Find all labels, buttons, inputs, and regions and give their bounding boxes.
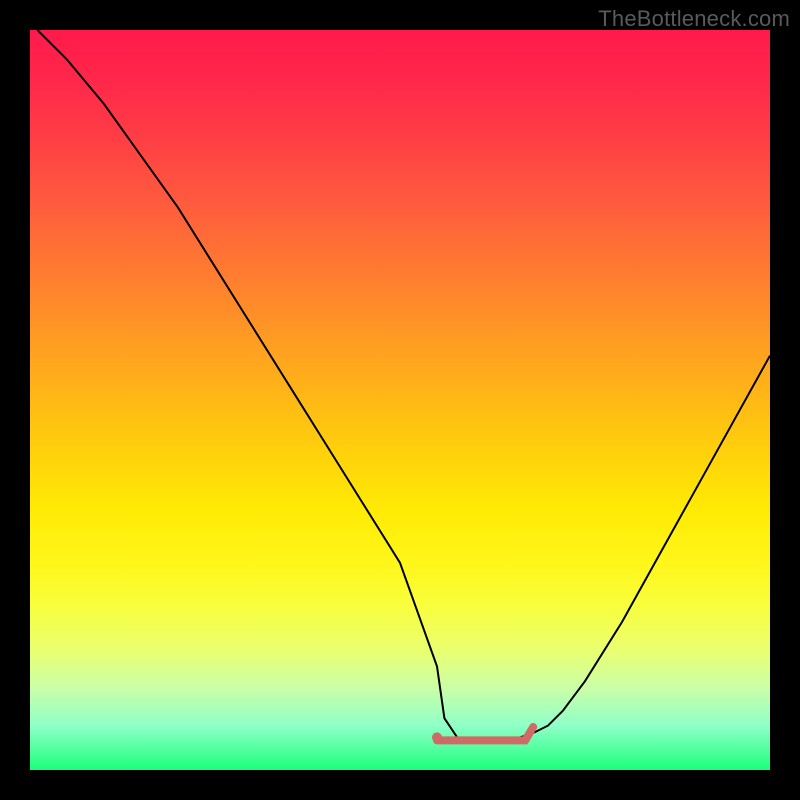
chart-container: TheBottleneck.com xyxy=(0,0,800,800)
curve-line xyxy=(37,30,770,740)
marker-dot xyxy=(432,732,442,742)
watermark-text: TheBottleneck.com xyxy=(598,6,790,32)
chart-overlay xyxy=(30,30,770,770)
plot-area xyxy=(30,30,770,770)
